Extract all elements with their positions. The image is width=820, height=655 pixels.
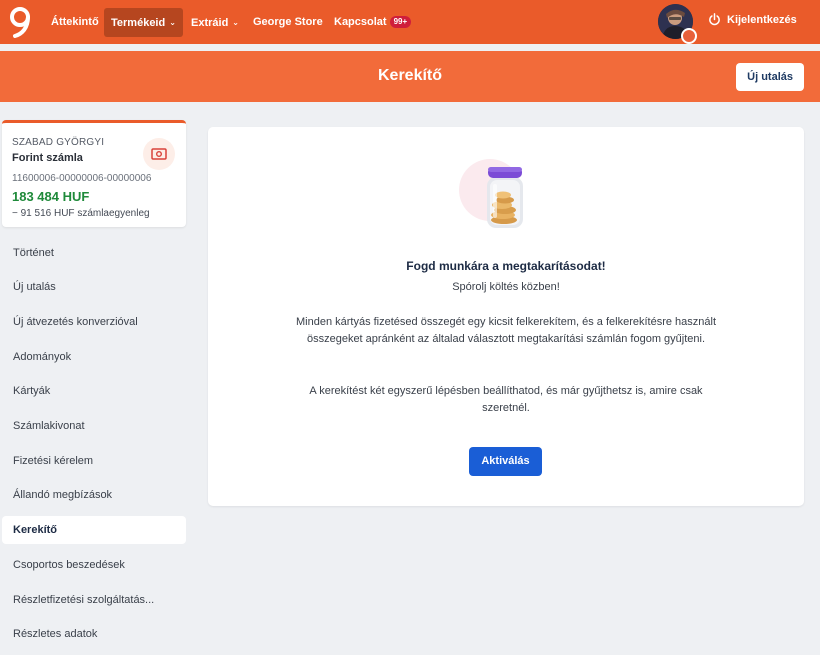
top-navigation: Áttekintő Termékeid ⌄ Extráid ⌄ George Sto…	[0, 0, 820, 44]
sidebar-item-payment-request[interactable]: Fizetési kérelem	[2, 447, 186, 475]
chevron-down-icon: ⌄	[169, 18, 176, 27]
page-title: Kerekítő	[377, 67, 443, 84]
sidebar-item-direct-debits[interactable]: Csoportos beszedések	[2, 551, 186, 579]
account-card[interactable]: SZABAD GYÖRGYI Forint számla 11600006-00…	[2, 120, 186, 227]
account-balance: 183 484 HUF	[12, 189, 90, 204]
chevron-down-icon: ⌄	[232, 18, 239, 27]
logout-label: Kijelentkezés	[727, 14, 797, 26]
sidebar-item-label: Kerekítő	[13, 524, 58, 536]
account-name: Forint számla	[12, 152, 83, 164]
sidebar-item-label: Számlakivonat	[13, 420, 85, 432]
new-transfer-button[interactable]: Új utalás	[736, 63, 804, 91]
account-icon-wrap	[143, 138, 175, 170]
avatar-status-badge	[681, 28, 697, 44]
nav-overview[interactable]: Áttekintő	[44, 8, 106, 37]
notification-badge: 99+	[389, 16, 412, 28]
card-description-2: A kerekítést két egyszerű lépésben beáll…	[260, 383, 752, 417]
card-description-1-line-2: összegeket apránként az általad választo…	[306, 333, 706, 345]
account-sub-balance: − 91 516 HUF számlaegyenleg	[12, 208, 150, 219]
card-description-1: Minden kártyás fizetésed összegét egy ki…	[260, 314, 752, 348]
sidebar-item-new-transfer[interactable]: Új utalás	[2, 273, 186, 301]
sidebar-item-round-up[interactable]: Kerekítő	[2, 516, 186, 544]
sidebar-item-label: Új átvezetés konverzióval	[13, 316, 138, 328]
sidebar-item-installments[interactable]: Részletfizetési szolgáltatás...	[2, 586, 186, 614]
sidebar-item-history[interactable]: Történet	[2, 239, 186, 267]
card-description-2-line-1: A kerekítést két egyszerű lépésben beáll…	[309, 385, 703, 397]
sidebar-item-conversion[interactable]: Új átvezetés konverzióval	[2, 308, 186, 336]
nav-contact[interactable]: Kapcsolat 99+	[327, 8, 418, 37]
page-header: Kerekítő Új utalás	[0, 51, 820, 102]
nav-products[interactable]: Termékeid ⌄	[104, 8, 183, 37]
nav-extras[interactable]: Extráid ⌄	[184, 8, 246, 37]
sidebar-item-label: Kártyák	[13, 385, 51, 397]
account-number: 11600006-00000006-00000006	[12, 173, 152, 184]
sidebar-item-label: Részletfizetési szolgáltatás...	[13, 594, 155, 606]
jar-icon	[487, 167, 523, 228]
sidebar-item-label: Új utalás	[13, 281, 56, 293]
sidebar-item-label: Csoportos beszedések	[13, 559, 125, 571]
money-icon	[151, 148, 167, 160]
sidebar-item-label: Fizetési kérelem	[13, 455, 94, 467]
sidebar-item-statements[interactable]: Számlakivonat	[2, 412, 186, 440]
logo-icon[interactable]	[7, 6, 33, 38]
sidebar-item-details[interactable]: Részletes adatok	[2, 620, 186, 648]
nav-products-label: Termékeid	[111, 17, 166, 29]
sidebar-item-label: Részletes adatok	[13, 628, 98, 640]
sidebar-item-label: Adományok	[13, 351, 72, 363]
account-owner: SZABAD GYÖRGYI	[12, 137, 105, 148]
sidebar-item-label: Állandó megbízások	[13, 489, 113, 501]
logout-button[interactable]: Kijelentkezés	[708, 13, 797, 26]
nav-contact-label: Kapcsolat	[334, 16, 387, 28]
card-title: Fogd munkára a megtakarításodat!	[406, 259, 606, 273]
card-description-1-line-1: Minden kártyás fizetésed összegét egy ki…	[295, 316, 717, 328]
sidebar-item-standing-orders[interactable]: Állandó megbízások	[2, 481, 186, 509]
power-icon	[709, 13, 720, 26]
card-subtitle: Spórolj költés közben!	[452, 281, 560, 293]
nav-george-store-label: George Store	[253, 16, 323, 28]
nav-george-store[interactable]: George Store	[246, 8, 330, 37]
nav-overview-label: Áttekintő	[51, 16, 99, 28]
nav-extras-label: Extráid	[191, 17, 229, 29]
sidebar-item-donations[interactable]: Adományok	[2, 343, 186, 371]
sidebar-item-cards[interactable]: Kártyák	[2, 377, 186, 405]
sidebar-item-label: Történet	[13, 247, 54, 259]
card-description-2-line-2: szeretnél.	[482, 402, 530, 414]
activate-button[interactable]: Aktiválás	[469, 447, 542, 476]
